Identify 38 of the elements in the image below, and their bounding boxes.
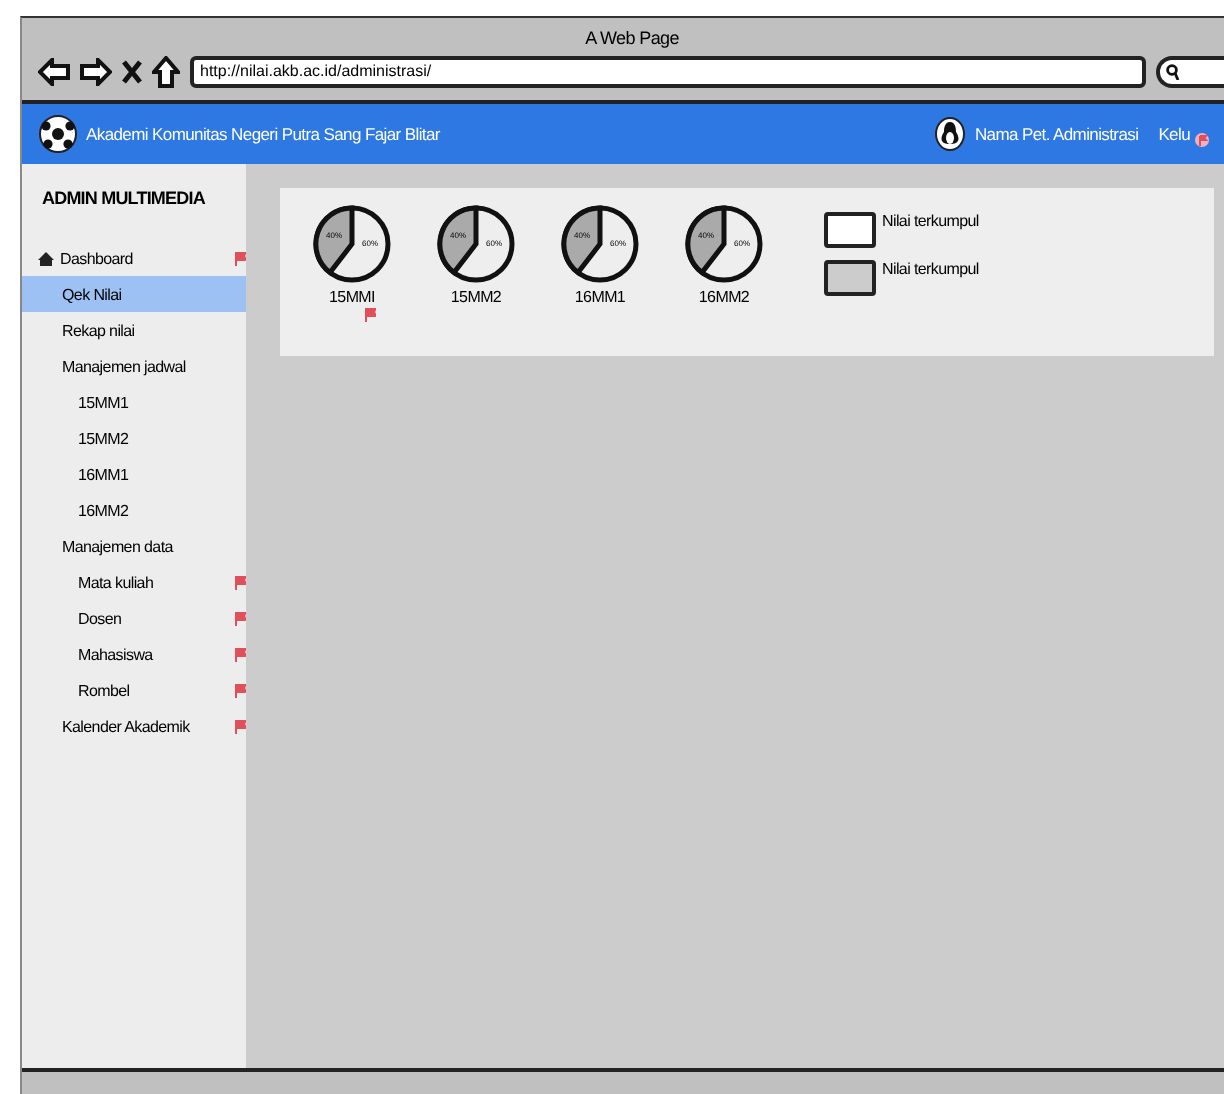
sidebar-item[interactable]: 16MM2 xyxy=(22,492,246,528)
site-name: Akademi Komunitas Negeri Putra Sang Fajar Blitar xyxy=(86,124,440,144)
close-icon[interactable] xyxy=(122,60,142,84)
window-title: A Web Page xyxy=(583,28,681,48)
legend-label: Nilai terkumpul xyxy=(882,260,979,278)
pie-name: 16MM2 xyxy=(698,288,750,306)
legend-label: Nilai terkumpul xyxy=(882,212,979,230)
logout-link[interactable]: Kelu xyxy=(1158,124,1190,144)
pie-name: 15MMI xyxy=(329,288,375,306)
sidebar-item[interactable]: Mata kuliah xyxy=(22,564,246,600)
sidebar-item[interactable]: Rombel xyxy=(22,672,246,708)
sidebar-item[interactable]: Kalender Akademik xyxy=(22,708,246,744)
user-name: Nama Pet. Administrasi xyxy=(974,124,1139,144)
pie-chart-drawing xyxy=(312,204,392,284)
pie-name: 16MM1 xyxy=(574,288,626,306)
sidebar-item[interactable]: Qek Nilai xyxy=(22,276,246,312)
search-field[interactable] xyxy=(1156,56,1224,88)
sidebar-item[interactable]: Rekap nilai xyxy=(22,312,246,348)
forward-icon[interactable] xyxy=(80,58,112,86)
sidebar-item[interactable]: Dosen xyxy=(22,600,246,636)
sidebar-title: ADMIN MULTIMEDIA xyxy=(40,188,207,208)
penguin-icon xyxy=(934,116,967,152)
sidebar-item[interactable]: 16MM1 xyxy=(22,456,246,492)
sidebar-item[interactable]: Mahasiswa xyxy=(22,636,246,672)
sidebar-item[interactable]: 15MM1 xyxy=(22,384,246,420)
url-field[interactable]: http://nilai.akb.ac.id/administrasi/ xyxy=(190,56,1146,88)
back-icon[interactable] xyxy=(38,58,70,86)
sidebar-item[interactable]: Dashboard xyxy=(22,240,246,276)
ball-icon xyxy=(38,114,78,154)
pie-chart-drawing xyxy=(560,204,640,284)
pin-icon xyxy=(1194,132,1210,148)
search-icon xyxy=(1166,64,1180,80)
sidebar-item[interactable]: Manajemen data xyxy=(22,528,246,564)
sidebar-item[interactable]: Manajemen jadwal xyxy=(22,348,246,384)
pie-name: 15MM2 xyxy=(450,288,502,306)
pie-chart-drawing xyxy=(684,204,764,284)
pie-chart-drawing xyxy=(436,204,516,284)
sidebar-item[interactable]: 15MM2 xyxy=(22,420,246,456)
